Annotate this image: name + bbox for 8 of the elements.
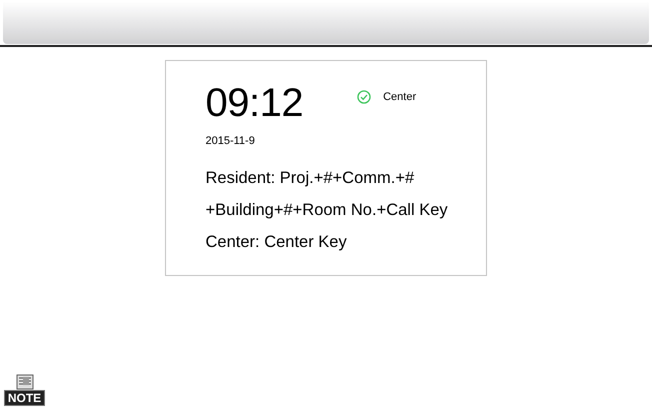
status-label: Center bbox=[383, 91, 416, 103]
note-label: NOTE bbox=[4, 390, 46, 406]
clock-time: 09:12 bbox=[206, 83, 304, 123]
instruction-text: Resident: Proj.+#+Comm.+# bbox=[206, 169, 416, 187]
instruction-text: +Building+#+Room No.+Call Key bbox=[206, 201, 449, 219]
notepad-icon bbox=[14, 374, 34, 390]
date-text: 2015-11-9 bbox=[206, 135, 256, 147]
instruction-text: Center: Center Key bbox=[206, 233, 348, 251]
